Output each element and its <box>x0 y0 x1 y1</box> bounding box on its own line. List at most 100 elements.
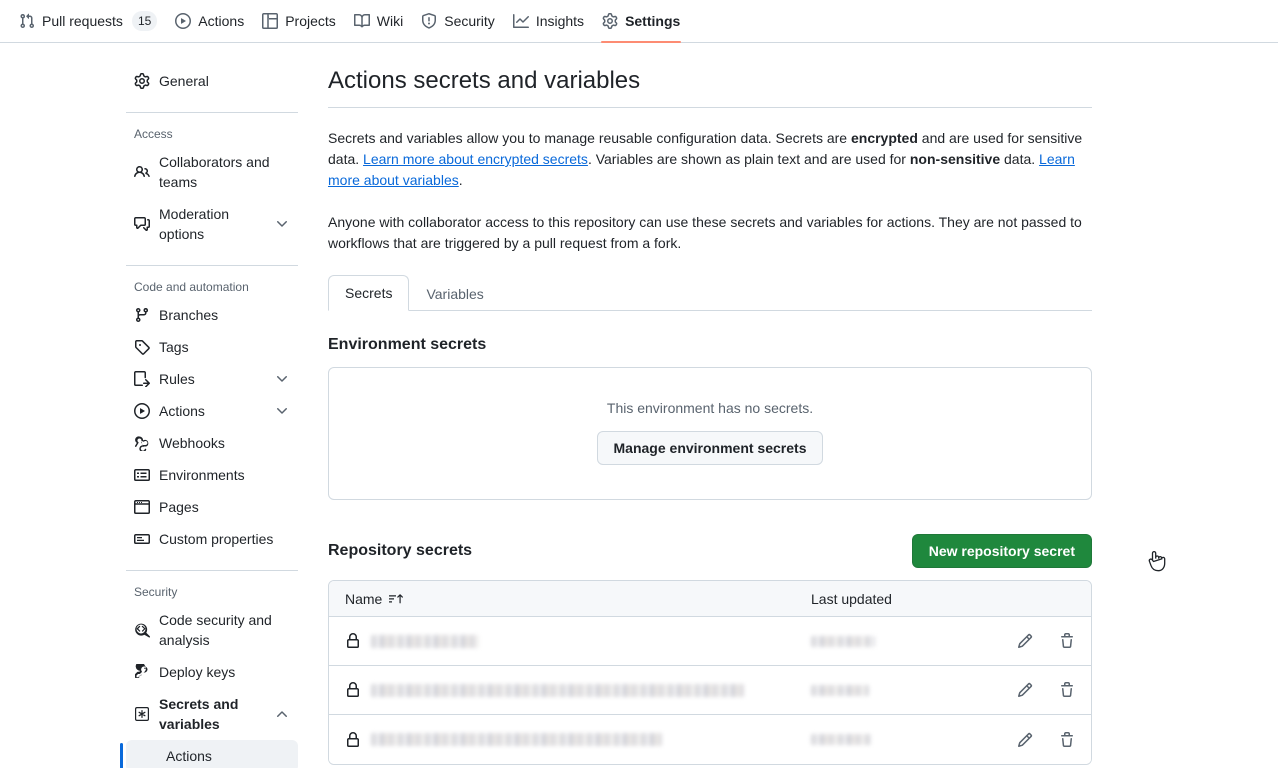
sidebar-item-environments[interactable]: Environments <box>126 459 298 491</box>
note-icon <box>134 531 150 547</box>
chevron-up-icon[interactable] <box>274 706 290 722</box>
sidebar-item-label: Actions <box>159 401 265 421</box>
server-icon <box>134 467 150 483</box>
sidebar-item-branches[interactable]: Branches <box>126 299 298 331</box>
topnav-label-insights: Insights <box>536 13 584 29</box>
codescan-icon <box>134 622 150 638</box>
sidebar-item-tags[interactable]: Tags <box>126 331 298 363</box>
sidebar-item-code-security-and-analysis[interactable]: Code security and analysis <box>126 604 298 656</box>
topnav-label-settings: Settings <box>625 13 680 29</box>
sidebar-item-custom-properties[interactable]: Custom properties <box>126 523 298 555</box>
desc-bold-non-sensitive: non-sensitive <box>910 151 1000 167</box>
play-circle-icon <box>134 403 150 419</box>
sidebar-item-label: Tags <box>159 337 290 357</box>
environment-secrets-empty-text: This environment has no secrets. <box>345 400 1075 416</box>
topnav-item-settings[interactable]: Settings <box>593 0 689 43</box>
repository-secrets-title: Repository secrets <box>328 539 472 563</box>
topnav-label-pull-requests: Pull requests <box>42 13 123 29</box>
sidebar-group-security: Security Code security and analysis Depl… <box>126 580 298 768</box>
book-icon <box>354 13 370 29</box>
trash-icon[interactable] <box>1059 732 1075 748</box>
last-updated-redacted <box>811 636 875 647</box>
tab-label: Secrets <box>345 285 392 301</box>
sidebar-group-access: Access Collaborators and teams Moderatio… <box>126 122 298 256</box>
page-body: General Access Collaborators and teams M… <box>0 43 1278 768</box>
sidebar-item-label: Collaborators and teams <box>159 152 290 192</box>
sidebar-item-label: Secrets and variables <box>159 694 265 734</box>
secret-name-cell <box>345 682 811 698</box>
secret-name-redacted <box>371 684 744 697</box>
rules-icon <box>134 371 150 387</box>
pencil-icon[interactable] <box>1017 732 1033 748</box>
sidebar-item-label: Environments <box>159 465 290 485</box>
sidebar-subitem-actions[interactable]: Actions <box>126 740 298 768</box>
sidebar-item-label: Custom properties <box>159 529 290 549</box>
pull-requests-counter: 15 <box>132 11 157 31</box>
chevron-down-icon[interactable] <box>274 216 290 232</box>
tab-secrets[interactable]: Secrets <box>328 275 409 311</box>
sidebar-heading-access: Access <box>126 122 298 146</box>
git-branch-icon <box>134 307 150 323</box>
sidebar-item-pages[interactable]: Pages <box>126 491 298 523</box>
column-header-name: Name <box>345 591 811 607</box>
secret-last-updated-cell <box>811 636 991 647</box>
git-pull-request-icon <box>19 13 35 29</box>
key-icon <box>134 664 150 680</box>
sidebar-item-deploy-keys[interactable]: Deploy keys <box>126 656 298 688</box>
secret-name-redacted <box>371 733 662 746</box>
topnav-item-security[interactable]: Security <box>412 0 504 43</box>
last-updated-redacted <box>811 685 869 696</box>
webhook-icon <box>134 435 150 451</box>
sidebar-item-rules[interactable]: Rules <box>126 363 298 395</box>
table-row[interactable] <box>329 715 1091 764</box>
sidebar-divider <box>126 112 298 113</box>
desc-text: . <box>459 172 463 188</box>
sidebar-heading-security: Security <box>126 580 298 604</box>
sidebar-item-secrets-and-variables[interactable]: Secrets and variables <box>126 688 298 740</box>
repository-secrets-header: Repository secrets New repository secret <box>328 534 1092 568</box>
page-title: Actions secrets and variables <box>328 65 1092 97</box>
repository-secrets-table: Name Last updated <box>328 580 1092 765</box>
sidebar-item-general[interactable]: General <box>126 65 298 97</box>
sidebar-item-label: Pages <box>159 497 290 517</box>
sidebar-item-moderation-options[interactable]: Moderation options <box>126 198 298 250</box>
topnav-item-projects[interactable]: Projects <box>253 0 345 43</box>
topnav-label-security: Security <box>444 13 495 29</box>
new-repository-secret-button[interactable]: New repository secret <box>912 534 1092 568</box>
title-divider <box>328 107 1092 108</box>
sidebar-group-code-and-automation: Code and automation Branches Tags Rules <box>126 275 298 561</box>
pencil-icon[interactable] <box>1017 682 1033 698</box>
sidebar-item-actions[interactable]: Actions <box>126 395 298 427</box>
trash-icon[interactable] <box>1059 682 1075 698</box>
pencil-icon[interactable] <box>1017 633 1033 649</box>
sidebar-item-label: Rules <box>159 369 265 389</box>
topnav-label-actions: Actions <box>198 13 244 29</box>
topnav-item-pull-requests[interactable]: Pull requests 15 <box>10 0 166 43</box>
tab-variables[interactable]: Variables <box>409 276 500 311</box>
environment-secrets-empty-box: This environment has no secrets. Manage … <box>328 367 1092 500</box>
manage-environment-secrets-button[interactable]: Manage environment secrets <box>597 431 824 465</box>
chevron-down-icon[interactable] <box>274 403 290 419</box>
secret-last-updated-cell <box>811 734 991 745</box>
sidebar-divider <box>126 570 298 571</box>
topnav-item-actions[interactable]: Actions <box>166 0 253 43</box>
sidebar-item-collaborators-and-teams[interactable]: Collaborators and teams <box>126 146 298 198</box>
topnav-item-wiki[interactable]: Wiki <box>345 0 412 43</box>
chevron-down-icon[interactable] <box>274 371 290 387</box>
settings-content: Actions secrets and variables Secrets an… <box>310 65 1140 768</box>
secret-row-actions <box>991 682 1075 698</box>
link-learn-more-encrypted-secrets[interactable]: Learn more about encrypted secrets <box>363 151 588 167</box>
secret-row-actions <box>991 732 1075 748</box>
sort-asc-icon[interactable] <box>388 591 404 607</box>
gear-icon <box>602 13 618 29</box>
sidebar-item-label: Deploy keys <box>159 662 290 682</box>
description-paragraph-2: Anyone with collaborator access to this … <box>328 212 1092 254</box>
trash-icon[interactable] <box>1059 633 1075 649</box>
table-row[interactable] <box>329 666 1091 715</box>
sidebar-group-top: General <box>126 65 298 103</box>
sidebar-item-webhooks[interactable]: Webhooks <box>126 427 298 459</box>
play-circle-icon <box>175 13 191 29</box>
topnav-item-insights[interactable]: Insights <box>504 0 593 43</box>
table-icon <box>262 13 278 29</box>
table-row[interactable] <box>329 617 1091 666</box>
